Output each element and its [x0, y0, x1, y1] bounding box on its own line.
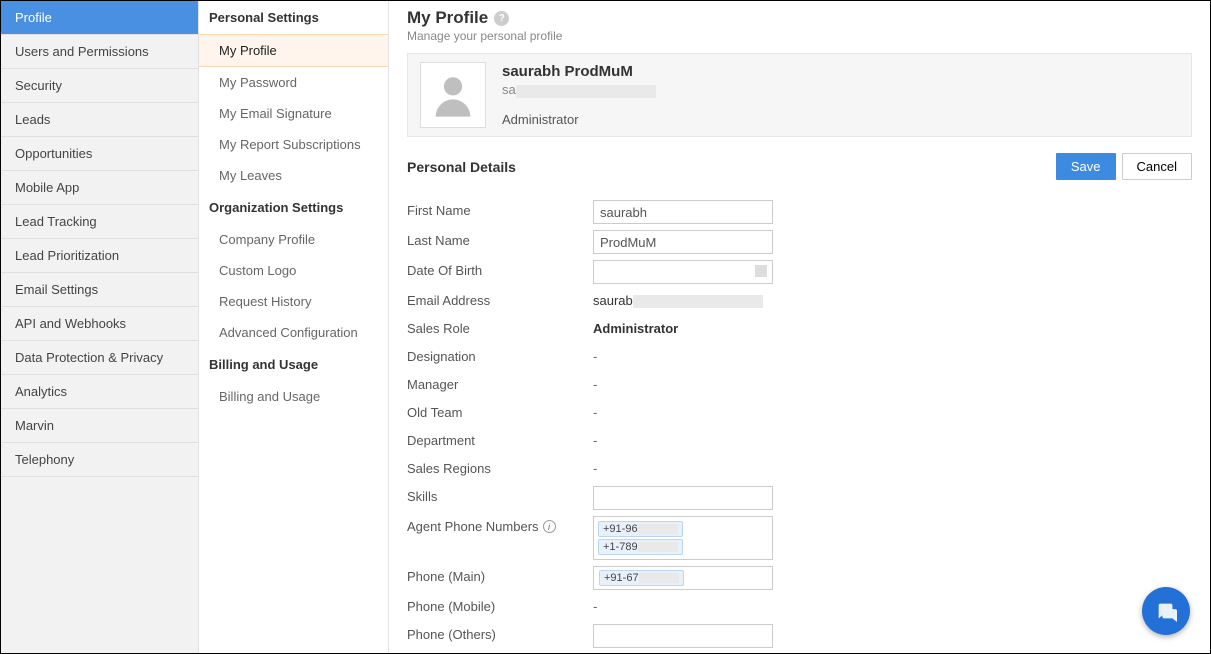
mid-item-my-report-subscriptions[interactable]: My Report Subscriptions: [199, 129, 388, 160]
section-title: Personal Details: [407, 159, 516, 175]
sales-role-value: Administrator: [593, 318, 678, 336]
mid-item-billing[interactable]: Billing and Usage: [199, 381, 388, 412]
avatar: [420, 62, 486, 128]
profile-role: Administrator: [502, 112, 656, 127]
first-name-input[interactable]: [593, 200, 773, 224]
mid-item-request-history[interactable]: Request History: [199, 286, 388, 317]
phone-mobile-value: -: [593, 596, 597, 614]
mid-heading-billing: Billing and Usage: [199, 348, 388, 381]
info-icon[interactable]: i: [543, 520, 556, 533]
mid-item-my-email-signature[interactable]: My Email Signature: [199, 98, 388, 129]
label-sales-regions: Sales Regions: [407, 458, 593, 476]
profile-email: sa: [502, 82, 656, 97]
manager-value: -: [593, 374, 597, 392]
sidebar-item-api-webhooks[interactable]: API and Webhooks: [1, 307, 198, 341]
label-skills: Skills: [407, 486, 593, 504]
phone-tag[interactable]: +1-789: [598, 539, 683, 555]
department-value: -: [593, 430, 597, 448]
sidebar-item-lead-tracking[interactable]: Lead Tracking: [1, 205, 198, 239]
mid-heading-org: Organization Settings: [199, 191, 388, 224]
mid-item-my-password[interactable]: My Password: [199, 67, 388, 98]
save-button[interactable]: Save: [1056, 153, 1116, 180]
sidebar-item-email-settings[interactable]: Email Settings: [1, 273, 198, 307]
sidebar-item-telephony[interactable]: Telephony: [1, 443, 198, 477]
designation-value: -: [593, 346, 597, 364]
label-phone-main: Phone (Main): [407, 566, 593, 584]
sidebar-item-mobile-app[interactable]: Mobile App: [1, 171, 198, 205]
agent-phones-input[interactable]: +91-96 +1-789: [593, 516, 773, 560]
chat-icon: [1155, 600, 1177, 622]
secondary-sidebar: Personal Settings My Profile My Password…: [199, 1, 389, 653]
sidebar-item-leads[interactable]: Leads: [1, 103, 198, 137]
label-phone-others: Phone (Others): [407, 624, 593, 642]
phone-main-input[interactable]: +91-67: [593, 566, 773, 590]
primary-sidebar: Profile Users and Permissions Security L…: [1, 1, 199, 653]
label-manager: Manager: [407, 374, 593, 392]
user-icon: [427, 69, 479, 121]
sidebar-item-opportunities[interactable]: Opportunities: [1, 137, 198, 171]
sidebar-item-profile[interactable]: Profile: [1, 1, 198, 35]
sidebar-item-users[interactable]: Users and Permissions: [1, 35, 198, 69]
page-subtitle: Manage your personal profile: [407, 29, 1192, 43]
calendar-icon[interactable]: [755, 265, 767, 277]
label-email: Email Address: [407, 290, 593, 308]
label-agent-phones: Agent Phone Numbers i: [407, 516, 593, 534]
phone-tag[interactable]: +91-96: [598, 521, 683, 537]
mid-item-my-leaves[interactable]: My Leaves: [199, 160, 388, 191]
dob-input[interactable]: [593, 260, 773, 284]
help-icon[interactable]: ?: [494, 11, 509, 26]
old-team-value: -: [593, 402, 597, 420]
label-first-name: First Name: [407, 200, 593, 218]
label-phone-mobile: Phone (Mobile): [407, 596, 593, 614]
skills-input[interactable]: [593, 486, 773, 510]
label-department: Department: [407, 430, 593, 448]
label-sales-role: Sales Role: [407, 318, 593, 336]
sidebar-item-data-protection[interactable]: Data Protection & Privacy: [1, 341, 198, 375]
profile-card: saurabh ProdMuM sa Administrator: [407, 53, 1192, 137]
sidebar-item-security[interactable]: Security: [1, 69, 198, 103]
mid-item-advanced-config[interactable]: Advanced Configuration: [199, 317, 388, 348]
sidebar-item-marvin[interactable]: Marvin: [1, 409, 198, 443]
label-designation: Designation: [407, 346, 593, 364]
phone-others-input[interactable]: [593, 624, 773, 648]
personal-details-form: First Name Last Name Date Of Birth Email…: [407, 200, 1192, 653]
label-dob: Date Of Birth: [407, 260, 593, 278]
mid-heading-personal: Personal Settings: [199, 1, 388, 34]
page-title: My Profile: [407, 8, 488, 28]
mid-item-my-profile[interactable]: My Profile: [199, 34, 388, 67]
main-content: My Profile ? Manage your personal profil…: [389, 1, 1210, 653]
last-name-input[interactable]: [593, 230, 773, 254]
mid-item-custom-logo[interactable]: Custom Logo: [199, 255, 388, 286]
sidebar-item-analytics[interactable]: Analytics: [1, 375, 198, 409]
mid-item-company-profile[interactable]: Company Profile: [199, 224, 388, 255]
email-value: saurab: [593, 290, 763, 308]
sidebar-item-lead-prioritization[interactable]: Lead Prioritization: [1, 239, 198, 273]
label-old-team: Old Team: [407, 402, 593, 420]
sales-regions-value: -: [593, 458, 597, 476]
profile-name: saurabh ProdMuM: [502, 63, 656, 80]
chat-fab[interactable]: [1142, 587, 1190, 635]
cancel-button[interactable]: Cancel: [1122, 153, 1192, 180]
label-last-name: Last Name: [407, 230, 593, 248]
